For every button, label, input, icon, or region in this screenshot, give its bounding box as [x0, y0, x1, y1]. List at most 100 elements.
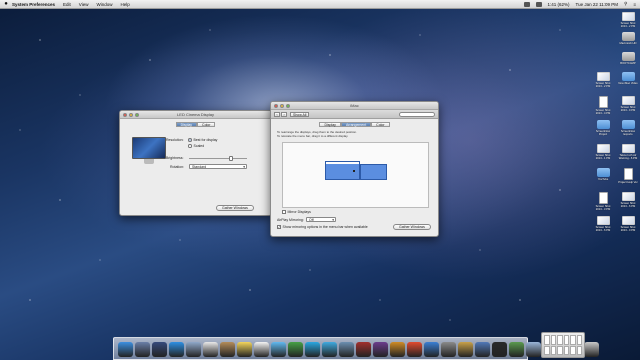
menu-edit[interactable]: Edit [63, 2, 71, 7]
shot-icon [621, 192, 635, 201]
desktop-icon[interactable]: BOOTCAMP [618, 52, 638, 65]
garageband-icon[interactable] [390, 342, 405, 357]
itunes-icon[interactable] [322, 342, 337, 357]
brightness-slider[interactable] [189, 156, 247, 161]
photo-booth-icon[interactable] [356, 342, 371, 357]
skype-icon[interactable] [305, 342, 320, 357]
monitor-icon [132, 137, 166, 166]
desktop-icon[interactable]: ScreenFlow Exports [618, 120, 638, 136]
imac-window-title: iMac [350, 103, 359, 108]
terminal-icon[interactable] [492, 342, 507, 357]
gather-windows-button[interactable]: Gather Windows [393, 224, 431, 230]
preview-icon[interactable] [526, 342, 541, 357]
chrome-icon[interactable] [407, 342, 422, 357]
desktop-icon[interactable]: Screen Shot 2013...1 PM [593, 144, 613, 160]
tab-arrangement[interactable]: Arrangement [340, 122, 372, 127]
zoom-button[interactable] [286, 104, 290, 108]
desktop-icon[interactable]: Screen Shot 2013...2 PM [593, 72, 613, 88]
system-preferences-icon[interactable] [441, 342, 456, 357]
tab-color[interactable]: Color [197, 122, 216, 127]
menu-clock[interactable]: Tue Jan 22 11:09 PM [576, 2, 619, 7]
brightness-slider-knob[interactable] [228, 156, 233, 161]
radio-best-for-display[interactable]: Best for display [188, 138, 217, 142]
desktop-icon[interactable]: Macintosh HD [618, 32, 638, 45]
menu-app-name[interactable]: System Preferences [12, 2, 55, 7]
display-led-cinema[interactable] [360, 164, 387, 180]
shot-icon [621, 216, 635, 225]
wifi-icon[interactable] [523, 1, 530, 7]
imac-tab-bar: Display Arrangement Color [271, 122, 438, 127]
imac-window-titlebar[interactable]: iMac [271, 102, 438, 110]
safari-icon[interactable] [169, 342, 184, 357]
tab-display[interactable]: Display [319, 122, 341, 127]
forward-icon[interactable]: › [281, 112, 287, 117]
tab-color[interactable]: Color [371, 122, 390, 127]
mission-control-icon[interactable] [152, 342, 167, 357]
desktop-icon[interactable]: Tekno Inch Air Warning...6 PM [618, 144, 638, 160]
downloads-stack[interactable] [541, 332, 585, 358]
notification-center-icon[interactable]: ≡ [633, 2, 636, 7]
spotlight-icon[interactable]: ⚲ [624, 1, 627, 7]
show-all-button[interactable]: Show All [290, 112, 310, 117]
radio-scaled[interactable]: Scaled [188, 144, 204, 148]
iphoto-icon[interactable] [339, 342, 354, 357]
search-input[interactable] [399, 112, 435, 117]
menu-view[interactable]: View [79, 2, 89, 7]
app-store-icon[interactable] [424, 342, 439, 357]
apple-menu-icon[interactable]: ● [0, 1, 12, 7]
menu-window[interactable]: Window [96, 2, 112, 7]
folder-icon [621, 72, 635, 81]
screenflow-icon[interactable] [458, 342, 473, 357]
desktop-icon[interactable]: Screen Shot 2013...6 PM [593, 216, 613, 232]
close-button[interactable] [123, 113, 127, 117]
desktop-icon[interactable]: YouTube [593, 168, 613, 181]
zoom-button[interactable] [135, 113, 139, 117]
tab-display[interactable]: Display [175, 122, 198, 127]
folder-icon [621, 120, 635, 129]
volume-icon[interactable] [535, 1, 542, 7]
desktop-icon-label: Screen Shot 2013...9 PM [620, 106, 636, 113]
led-window-titlebar[interactable]: LED Cinema Display [120, 111, 271, 119]
desktop-icon[interactable]: New iMac Video [618, 72, 638, 85]
show-mirroring-options-checkbox[interactable]: ✓ Show mirroring options in the menu bar … [277, 225, 368, 229]
desktop-icon-label: Screen Shot 2013...0 PM [620, 226, 636, 233]
calendar-icon[interactable] [203, 342, 218, 357]
menu-help[interactable]: Help [121, 2, 130, 7]
mirror-displays-checkbox[interactable]: Mirror Displays [282, 210, 311, 214]
launchpad-icon[interactable] [135, 342, 150, 357]
minimize-button[interactable] [280, 104, 284, 108]
desktop-icon[interactable]: Screen Shot 2013...2 PM [618, 12, 638, 28]
finder-icon[interactable] [118, 342, 133, 357]
menu-bar-indicator[interactable] [326, 162, 359, 164]
notes-icon[interactable] [237, 342, 252, 357]
toolbar: ‹ › Show All [271, 110, 438, 119]
rotation-select[interactable]: Standard [189, 164, 247, 170]
desktop-icon[interactable]: ScreenFlow Project [593, 120, 613, 136]
shot-icon [596, 72, 610, 81]
airplay-mirroring-select[interactable]: Off [306, 217, 336, 223]
facetime-icon[interactable] [288, 342, 303, 357]
led-display-window: LED Cinema Display Display Color Resolut… [119, 110, 272, 216]
xcode-icon[interactable] [475, 342, 490, 357]
desktop-icon[interactable]: Screen Shot 2013...3 PM [593, 192, 613, 211]
close-button[interactable] [274, 104, 278, 108]
battery-status[interactable]: 1:41 (62%) [548, 2, 570, 7]
activity-monitor-icon[interactable] [509, 342, 524, 357]
desktop-icon[interactable]: Project Help Ver [618, 168, 638, 184]
desktop-icon[interactable]: Screen Shot 2013...6 PM [618, 192, 638, 208]
minimize-button[interactable] [129, 113, 133, 117]
contacts-icon[interactable] [220, 342, 235, 357]
desktop-icon[interactable]: Screen Shot 2013...4 PM [593, 96, 613, 115]
messages-icon[interactable] [271, 342, 286, 357]
display-imac[interactable] [325, 161, 360, 180]
dock [113, 337, 599, 360]
desktop-icon-label: ScreenFlow Project [595, 130, 611, 137]
trash-icon[interactable] [584, 342, 599, 357]
reminders-icon[interactable] [254, 342, 269, 357]
desktop-icon[interactable]: Screen Shot 2013...9 PM [618, 96, 638, 112]
mail-icon[interactable] [186, 342, 201, 357]
desktop-icon[interactable]: Screen Shot 2013...0 PM [618, 216, 638, 232]
back-icon[interactable]: ‹ [274, 112, 280, 117]
gather-windows-button[interactable]: Gather Windows [216, 205, 254, 211]
imovie-icon[interactable] [373, 342, 388, 357]
